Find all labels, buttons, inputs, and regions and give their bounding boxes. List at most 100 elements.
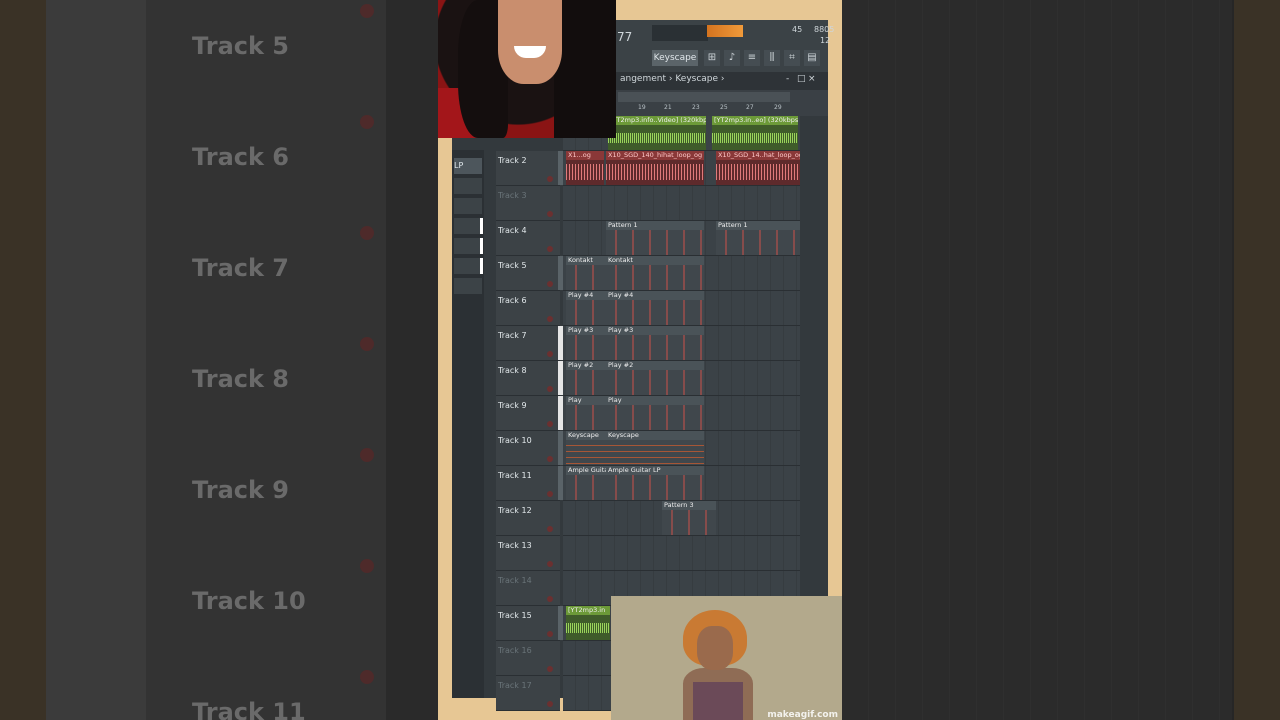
pattern-clip[interactable]: Play #4 bbox=[566, 291, 606, 325]
track-name: Track 7 bbox=[498, 331, 527, 340]
minimize-icon[interactable]: - bbox=[786, 74, 789, 84]
record-icon[interactable] bbox=[547, 491, 553, 497]
toolbar-value-8805: 8805 bbox=[814, 25, 835, 34]
bg-edge bbox=[1234, 0, 1280, 720]
track-name: Track 14 bbox=[498, 576, 532, 585]
track-header[interactable]: Track 9 bbox=[496, 396, 560, 431]
piano-roll-icon[interactable]: ♪ bbox=[724, 50, 740, 66]
track-lane[interactable] bbox=[563, 536, 800, 571]
background-left: Track 5 Track 6 Track 7 Track 8 Track 9 … bbox=[0, 0, 438, 720]
track-header[interactable]: Track 16 bbox=[496, 641, 560, 676]
audio-clip[interactable]: X10_SGD_140_hihat_loop_og bbox=[606, 151, 704, 185]
record-icon[interactable] bbox=[547, 176, 553, 182]
record-icon[interactable] bbox=[547, 596, 553, 602]
strip-item[interactable] bbox=[454, 278, 482, 294]
record-icon[interactable] bbox=[547, 561, 553, 567]
pattern-clip[interactable]: Pattern 1 bbox=[716, 221, 800, 255]
track-header[interactable]: Track 12 bbox=[496, 501, 560, 536]
record-icon[interactable] bbox=[547, 526, 553, 532]
mixer-icon[interactable]: ⫼ bbox=[764, 50, 780, 66]
clip-notes bbox=[566, 265, 606, 290]
toolbar-value-45: 45 bbox=[792, 25, 803, 34]
clip-label: Keyscape bbox=[566, 431, 606, 440]
file-icon[interactable]: ▤ bbox=[804, 50, 820, 66]
track-name: Track 10 bbox=[498, 436, 532, 445]
photo-hair bbox=[554, 0, 616, 138]
pattern-clip[interactable]: Play bbox=[566, 396, 606, 430]
track-lane[interactable] bbox=[563, 186, 800, 221]
record-icon[interactable] bbox=[547, 421, 553, 427]
bg-dot-icon bbox=[360, 4, 374, 18]
close-icon[interactable]: × bbox=[808, 74, 816, 84]
clip-label: [YT2mp3.info..Video] (320kbps) bbox=[608, 116, 706, 125]
maximize-icon[interactable]: □ bbox=[797, 74, 806, 84]
bg-track-label: Track 8 bbox=[192, 365, 290, 393]
record-icon[interactable] bbox=[547, 631, 553, 637]
audio-clip[interactable]: [YT2mp3.info..Video] (320kbps) bbox=[608, 116, 706, 150]
pattern-clip[interactable]: Keyscape bbox=[606, 431, 704, 465]
pattern-clip[interactable]: Kontakt bbox=[566, 256, 606, 290]
audio-clip[interactable]: X1...og bbox=[566, 151, 604, 185]
pattern-clip[interactable]: Ample Guitar LP bbox=[606, 466, 704, 500]
snapshot-icon[interactable]: ⊞ bbox=[704, 50, 720, 66]
strip-item[interactable] bbox=[454, 198, 482, 214]
record-icon[interactable] bbox=[547, 456, 553, 462]
track-header[interactable]: Track 4 bbox=[496, 221, 560, 256]
browser-strip: LP bbox=[452, 150, 484, 698]
channel-rack-icon[interactable]: ≡ bbox=[744, 50, 760, 66]
pattern-clip[interactable]: Play #3 bbox=[566, 326, 606, 360]
record-icon[interactable] bbox=[547, 351, 553, 357]
record-icon[interactable] bbox=[547, 666, 553, 672]
track-header[interactable]: Track 5 bbox=[496, 256, 560, 291]
track-header[interactable]: Track 13 bbox=[496, 536, 560, 571]
record-icon[interactable] bbox=[547, 316, 553, 322]
browser-icon[interactable]: ⌗ bbox=[784, 50, 800, 66]
track-header[interactable]: Track 6 bbox=[496, 291, 560, 326]
pattern-clip[interactable]: Play #4 bbox=[606, 291, 704, 325]
audio-clip[interactable]: X10_SGD_14..hat_loop_og bbox=[716, 151, 800, 185]
clip-notes bbox=[606, 230, 704, 255]
track-header[interactable]: Track 15 bbox=[496, 606, 560, 641]
pattern-clip[interactable]: Play #3 bbox=[606, 326, 704, 360]
pattern-clip[interactable]: Keyscape bbox=[566, 431, 606, 465]
track-name: Track 15 bbox=[498, 611, 532, 620]
bg-track-label: Track 7 bbox=[192, 254, 290, 282]
track-header[interactable]: Track 8 bbox=[496, 361, 560, 396]
pattern-clip[interactable]: Pattern 3 bbox=[662, 501, 716, 535]
track-name: Track 2 bbox=[498, 156, 527, 165]
record-icon[interactable] bbox=[547, 386, 553, 392]
track-header[interactable]: Track 11 bbox=[496, 466, 560, 501]
strip-item[interactable] bbox=[454, 238, 482, 254]
clip-notes bbox=[566, 440, 606, 465]
pattern-clip[interactable]: Kontakt bbox=[606, 256, 704, 290]
clip-label: Play #2 bbox=[606, 361, 704, 370]
track-name: Track 6 bbox=[498, 296, 527, 305]
strip-item[interactable] bbox=[454, 218, 482, 234]
record-icon[interactable] bbox=[547, 701, 553, 707]
track-header[interactable]: Track 2 bbox=[496, 151, 560, 186]
pattern-clip[interactable]: Pattern 1 bbox=[606, 221, 704, 255]
pattern-clip[interactable]: Play bbox=[606, 396, 704, 430]
record-icon[interactable] bbox=[547, 281, 553, 287]
pattern-clip[interactable]: Play #2 bbox=[566, 361, 606, 395]
horizontal-scrollbar[interactable] bbox=[618, 92, 790, 102]
strip-item[interactable] bbox=[454, 258, 482, 274]
pattern-clip[interactable]: Ample Guita bbox=[566, 466, 606, 500]
audio-clip[interactable]: [YT2mp3.in..eo] (320kbps) bbox=[712, 116, 798, 150]
track-header[interactable]: Track 17 bbox=[496, 676, 560, 711]
pattern-dropdown[interactable]: Keyscape bbox=[652, 50, 698, 66]
record-icon[interactable] bbox=[547, 211, 553, 217]
record-icon[interactable] bbox=[547, 246, 553, 252]
clip-waveform bbox=[566, 623, 610, 633]
track-header[interactable]: Track 3 bbox=[496, 186, 560, 221]
pattern-clip[interactable]: Play #2 bbox=[606, 361, 704, 395]
strip-item[interactable] bbox=[454, 178, 482, 194]
clip-label: Kontakt bbox=[606, 256, 704, 265]
audio-clip[interactable]: [YT2mp3.in bbox=[566, 606, 610, 640]
track-header[interactable]: Track 14 bbox=[496, 571, 560, 606]
strip-item-selected[interactable]: LP bbox=[454, 158, 482, 174]
clip-label: Play #3 bbox=[606, 326, 704, 335]
track-header[interactable]: Track 7 bbox=[496, 326, 560, 361]
track-header[interactable]: Track 10 bbox=[496, 431, 560, 466]
clip-notes bbox=[606, 405, 704, 430]
